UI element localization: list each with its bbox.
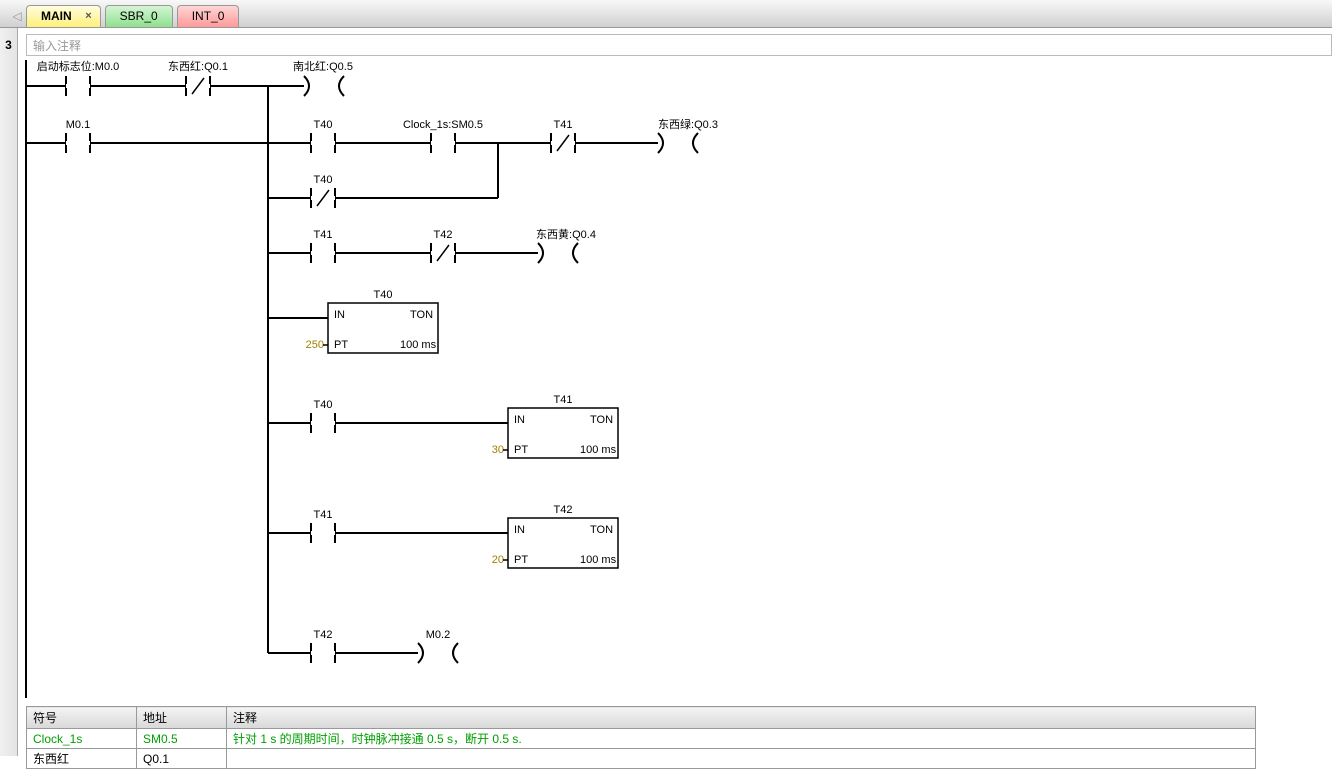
col-comment[interactable]: 注释 [227, 707, 1256, 729]
svg-text:TON: TON [590, 524, 613, 536]
timer-t42: T41 T42 IN TON PT 100 ms 20 [268, 504, 618, 568]
svg-text:20: 20 [492, 554, 504, 566]
table-row[interactable]: 东西红 Q0.1 [27, 749, 1256, 769]
svg-text:启动标志位:M0.0: 启动标志位:M0.0 [37, 59, 120, 73]
svg-text:东西红:Q0.1: 东西红:Q0.1 [168, 60, 228, 73]
tab-int[interactable]: INT_0 [177, 5, 240, 27]
timer-t40: T40 IN TON PT 100 ms 250 [268, 289, 438, 353]
ladder-diagram: 启动标志位:M0.0 东西红:Q0.1 南北红:Q0.5 [18, 28, 1318, 708]
svg-text:PT: PT [514, 554, 528, 566]
rung-1: 启动标志位:M0.0 东西红:Q0.1 南北红:Q0.5 [26, 59, 353, 96]
svg-text:T40: T40 [314, 399, 333, 411]
svg-text:IN: IN [334, 309, 345, 321]
ladder-area: 输入注释 启动标志位:M0.0 东西红:Q0.1 南北红:Q0.5 [18, 28, 1332, 756]
svg-text:东西绿:Q0.3: 东西绿:Q0.3 [658, 117, 718, 131]
rung-2: M0.1 [26, 86, 268, 653]
tab-sbr[interactable]: SBR_0 [105, 5, 173, 27]
symbol-table: 符号 地址 注释 Clock_1s SM0.5 针对 1 s 的周期时间，时钟脉… [26, 706, 1256, 769]
svg-text:T40: T40 [314, 119, 333, 131]
timer-t41: T40 T41 IN TON PT 100 ms 30 [268, 394, 618, 458]
svg-text:IN: IN [514, 414, 525, 426]
svg-text:T42: T42 [434, 229, 453, 241]
svg-text:TON: TON [590, 414, 613, 426]
network-number: 3 [0, 28, 17, 52]
svg-text:T42: T42 [314, 629, 333, 641]
svg-text:T41: T41 [554, 119, 573, 131]
svg-text:PT: PT [334, 339, 348, 351]
svg-text:TON: TON [410, 309, 433, 321]
tab-main[interactable]: MAIN × [26, 5, 101, 27]
svg-text:T41: T41 [314, 229, 333, 241]
svg-text:南北红:Q0.5: 南北红:Q0.5 [293, 60, 353, 73]
network-gutter: 3 [0, 28, 18, 756]
svg-text:100 ms: 100 ms [580, 444, 617, 456]
svg-text:Clock_1s:SM0.5: Clock_1s:SM0.5 [403, 119, 483, 131]
svg-text:东西黄:Q0.4: 东西黄:Q0.4 [536, 227, 596, 241]
table-row[interactable]: Clock_1s SM0.5 针对 1 s 的周期时间，时钟脉冲接通 0.5 s… [27, 729, 1256, 749]
svg-text:100 ms: 100 ms [400, 339, 437, 351]
svg-text:M0.2: M0.2 [426, 629, 450, 641]
svg-text:250: 250 [306, 339, 324, 351]
svg-text:T40: T40 [314, 174, 333, 186]
tab-main-label: MAIN [41, 9, 72, 23]
svg-text:T41: T41 [314, 509, 333, 521]
col-symbol[interactable]: 符号 [27, 707, 137, 729]
nav-prev-icon[interactable]: ◁ [10, 5, 24, 27]
tab-bar: ◁ MAIN × SBR_0 INT_0 [0, 0, 1332, 28]
close-icon[interactable]: × [85, 10, 91, 22]
svg-text:30: 30 [492, 444, 504, 456]
svg-text:T42: T42 [554, 504, 573, 516]
col-address[interactable]: 地址 [137, 707, 227, 729]
svg-text:T40: T40 [374, 289, 393, 301]
svg-text:100 ms: 100 ms [580, 554, 617, 566]
branch-ew-yellow: T41 T42 东西黄:Q0.4 [268, 227, 596, 263]
branch-m02: T42 M0.2 [268, 629, 458, 663]
svg-text:PT: PT [514, 444, 528, 456]
svg-text:IN: IN [514, 524, 525, 536]
branch-ew-green: T40 Clock_1s:SM0.5 T40 T41 [268, 117, 718, 208]
svg-text:T41: T41 [554, 394, 573, 406]
svg-text:M0.1: M0.1 [66, 119, 90, 131]
